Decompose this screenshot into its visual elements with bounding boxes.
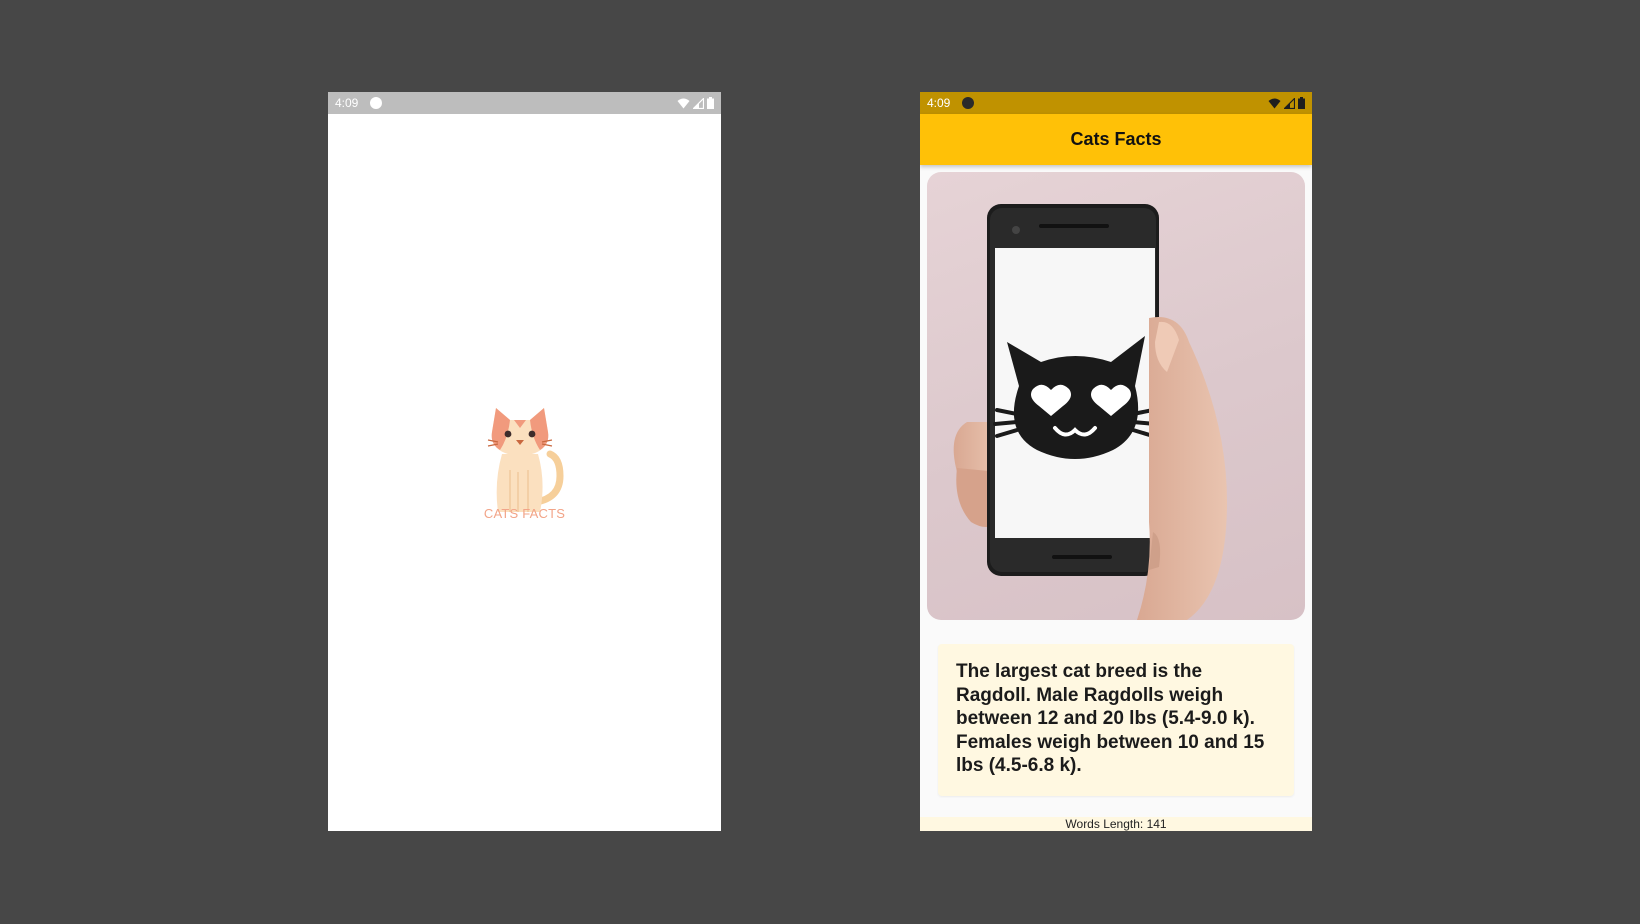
app-notification-icon xyxy=(370,97,383,109)
page-title: Cats Facts xyxy=(1070,129,1162,149)
app-bar: Cats Facts xyxy=(920,114,1312,165)
signal-icon xyxy=(1284,97,1295,109)
words-length-footer: Words Length: 141 xyxy=(920,817,1312,831)
wifi-icon xyxy=(677,98,690,108)
wifi-icon xyxy=(1268,98,1281,108)
status-bar: 4:09 xyxy=(920,92,1312,114)
cat-photo-illustration xyxy=(953,204,1227,620)
signal-icon xyxy=(693,97,704,109)
app-notification-icon xyxy=(962,97,975,109)
battery-icon xyxy=(1298,97,1305,109)
fact-text: The largest cat breed is the Ragdoll. Ma… xyxy=(956,661,1265,776)
cat-logo-icon xyxy=(487,408,564,512)
splash-screen: 4:09 CATS FACTS xyxy=(328,92,721,831)
splash-caption: CATS FACTS xyxy=(483,506,566,521)
status-bar: 4:09 xyxy=(328,92,721,114)
main-screen: 4:09 Cats Facts The largest cat breed is… xyxy=(920,92,1312,831)
status-time: 4:09 xyxy=(927,96,951,110)
battery-icon xyxy=(707,97,714,109)
cat-emoji-on-phone-photo xyxy=(927,172,1305,620)
words-length-label: Words Length: 141 xyxy=(1065,817,1167,831)
status-time: 4:09 xyxy=(335,96,359,110)
fact-card: The largest cat breed is the Ragdoll. Ma… xyxy=(938,644,1294,796)
